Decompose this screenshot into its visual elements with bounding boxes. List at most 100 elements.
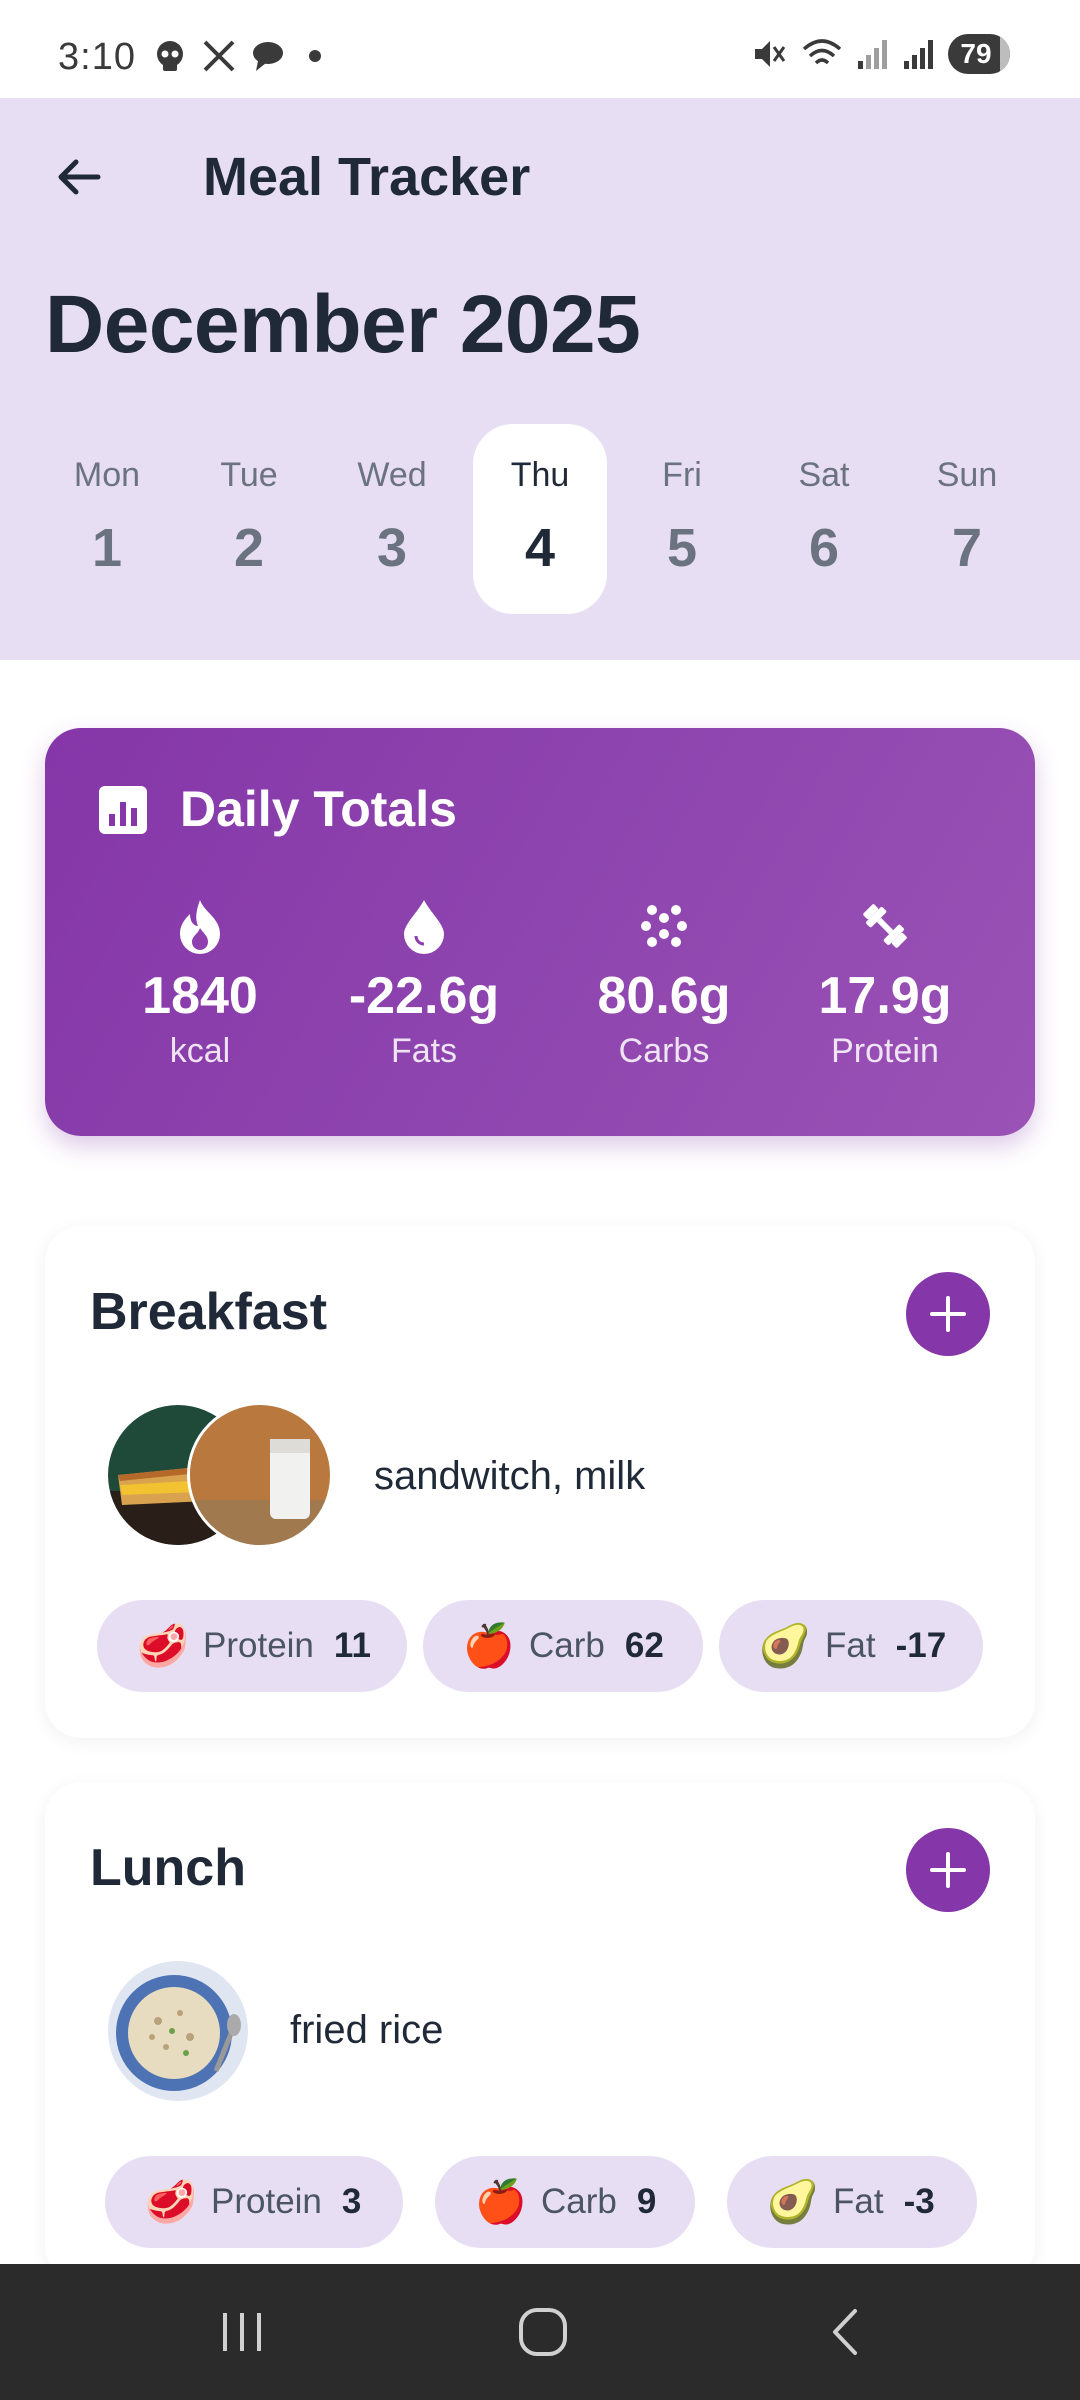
stat-value: 17.9g <box>818 967 952 1025</box>
day-name: Fri <box>662 456 702 494</box>
battery-icon: 79 <box>948 34 1010 74</box>
avocado-icon: 🥑 <box>758 1621 812 1669</box>
plus-icon <box>930 1296 966 1332</box>
chip-label: Carb <box>529 1626 605 1665</box>
add-lunch-button[interactable] <box>906 1828 990 1912</box>
day-number: 6 <box>808 518 840 578</box>
chip-carb[interactable]: 🍎 Carb 62 <box>423 1600 703 1692</box>
chip-carb[interactable]: 🍎 Carb 9 <box>435 2156 695 2248</box>
chip-protein[interactable]: 🥩 Protein 11 <box>97 1600 407 1692</box>
chip-value: 11 <box>333 1626 371 1665</box>
stat-label: Protein <box>831 1032 939 1070</box>
chip-label: Protein <box>203 1626 314 1665</box>
back-nav-button[interactable] <box>805 2300 885 2364</box>
day-number: 7 <box>951 518 983 578</box>
stat-value: 80.6g <box>597 967 731 1025</box>
day-number: 1 <box>91 518 123 578</box>
day-number: 5 <box>666 518 698 578</box>
chip-protein[interactable]: 🥩 Protein 3 <box>105 2156 403 2248</box>
navigation-bar <box>0 2264 1080 2400</box>
day-number: 3 <box>376 518 408 578</box>
system-icons: 79 <box>750 34 1010 74</box>
day-tue[interactable]: Tue 2 <box>182 424 316 614</box>
drop-icon <box>396 898 452 954</box>
day-number: 2 <box>233 518 265 578</box>
avocado-icon: 🥑 <box>766 2177 820 2225</box>
home-button[interactable] <box>503 2300 583 2364</box>
month-title: December 2025 <box>45 279 641 370</box>
page-title: Meal Tracker <box>203 147 531 207</box>
chip-label: Carb <box>541 2182 617 2221</box>
apple-icon: 🍎 <box>462 1621 516 1669</box>
signal-icon <box>858 40 887 69</box>
mute-icon <box>755 41 786 67</box>
dot-icon <box>309 50 321 62</box>
grain-icon <box>636 898 692 954</box>
chart-bar-icon <box>99 786 147 834</box>
day-sat[interactable]: Sat 6 <box>757 424 891 614</box>
meal-card-breakfast: Breakfast sandwitch, milk 🥩 Protein 11 🍎… <box>45 1226 1035 1738</box>
apple-icon: 🍎 <box>474 2177 528 2225</box>
meat-icon: 🥩 <box>136 1621 190 1669</box>
x-logo-icon <box>203 40 235 72</box>
header: Meal Tracker December 2025 Mon 1 Tue 2 W… <box>0 98 1080 660</box>
food-names: sandwitch, milk <box>374 1454 646 1498</box>
recents-button[interactable] <box>202 2300 282 2364</box>
plus-icon <box>930 1852 966 1888</box>
meal-title: Lunch <box>90 1839 246 1897</box>
day-thu-selected[interactable]: Thu 4 <box>473 424 607 614</box>
skull-icon <box>157 41 183 71</box>
daily-totals-card: Daily Totals 1840 kcal -22.6g Fats 80.6g… <box>45 728 1035 1136</box>
day-name: Tue <box>220 456 278 494</box>
day-name: Wed <box>357 456 427 494</box>
stat-value: 1840 <box>142 967 258 1025</box>
day-mon[interactable]: Mon 1 <box>40 424 174 614</box>
food-photo-milk <box>187 1402 333 1548</box>
day-name: Thu <box>510 456 570 494</box>
food-names: fried rice <box>290 2008 444 2052</box>
chat-bubble-icon <box>253 42 283 71</box>
dumbbell-icon <box>857 898 913 954</box>
status-bar: 3:10 79 <box>0 0 1080 98</box>
add-breakfast-button[interactable] <box>906 1272 990 1356</box>
wifi-icon <box>802 39 842 65</box>
home-icon <box>519 2308 567 2356</box>
chip-label: Fat <box>833 2182 884 2221</box>
flame-icon <box>172 898 228 954</box>
food-photo-fried-rice <box>105 1958 251 2104</box>
chip-label: Fat <box>825 1626 876 1665</box>
stat-label: kcal <box>169 1032 231 1070</box>
week-selector: Mon 1 Tue 2 Wed 3 Thu 4 Fri 5 Sat 6 Sun … <box>40 424 1040 614</box>
stat-label: Carbs <box>618 1032 710 1070</box>
back-button[interactable] <box>48 146 110 208</box>
status-time: 3:10 <box>58 36 136 78</box>
chip-value: -3 <box>903 2182 935 2221</box>
chip-fat[interactable]: 🥑 Fat -3 <box>727 2156 977 2248</box>
chip-fat[interactable]: 🥑 Fat -17 <box>719 1600 983 1692</box>
day-sun[interactable]: Sun 7 <box>900 424 1034 614</box>
day-name: Sat <box>798 456 850 494</box>
stat-fats: -22.6g Fats <box>314 898 534 1071</box>
chip-value: 9 <box>636 2182 657 2221</box>
stat-value: -22.6g <box>348 967 500 1025</box>
meat-icon: 🥩 <box>144 2177 198 2225</box>
chip-value: 62 <box>624 1626 664 1665</box>
chip-label: Protein <box>211 2182 322 2221</box>
day-fri[interactable]: Fri 5 <box>615 424 749 614</box>
stat-protein: 17.9g Protein <box>775 898 995 1071</box>
day-number: 4 <box>524 518 556 578</box>
stat-carbs: 80.6g Carbs <box>554 898 774 1071</box>
battery-level: 79 <box>960 38 992 69</box>
meal-title: Breakfast <box>90 1283 328 1341</box>
day-wed[interactable]: Wed 3 <box>325 424 459 614</box>
stat-label: Fats <box>390 1032 458 1070</box>
notification-icons <box>152 38 330 74</box>
day-name: Sun <box>936 456 998 494</box>
meal-card-lunch: Lunch fried rice 🥩 Protein 3 🍎 Carb 9 🥑 … <box>45 1782 1035 2282</box>
chevron-left-icon <box>833 2309 857 2355</box>
chip-value: 3 <box>341 2182 362 2221</box>
stat-kcal: 1840 kcal <box>90 898 310 1071</box>
totals-title: Daily Totals <box>180 781 457 837</box>
signal-icon <box>904 40 933 69</box>
recents-icon <box>223 2313 261 2351</box>
